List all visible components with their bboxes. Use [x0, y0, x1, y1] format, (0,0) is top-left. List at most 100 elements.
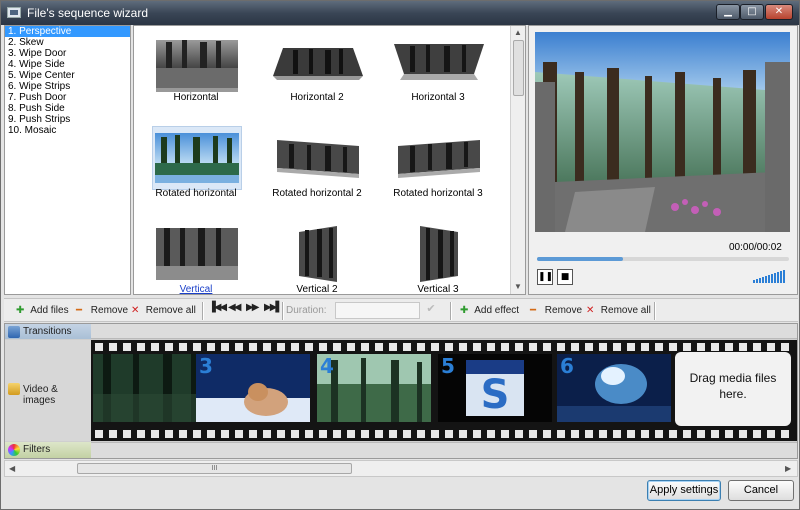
- thumb-rotated-horizontal-2[interactable]: Rotated horizontal 2: [259, 122, 375, 212]
- skip-back-icon[interactable]: ▐◀◀: [208, 302, 227, 313]
- film-perforation: [655, 430, 663, 438]
- add-effect-button[interactable]: ✚ Add effect: [460, 303, 519, 319]
- scroll-left-icon[interactable]: ◀: [9, 464, 15, 473]
- effect-item-push-door[interactable]: 7. Push Door: [5, 92, 130, 103]
- minus-icon: ━: [76, 305, 83, 316]
- film-perforation: [431, 343, 439, 351]
- thumb-label: Vertical: [179, 284, 213, 295]
- remove-button[interactable]: ━ Remove: [76, 303, 128, 319]
- toolbar-separator: [202, 302, 204, 320]
- film-perforation: [389, 343, 397, 351]
- thumb-vertical-3[interactable]: Vertical 3: [380, 218, 496, 294]
- film-perforation: [305, 343, 313, 351]
- clip-3[interactable]: 4: [317, 354, 431, 422]
- effect-item-skew[interactable]: 2. Skew: [5, 37, 130, 48]
- cancel-button[interactable]: Cancel: [728, 480, 794, 501]
- film-perforation: [207, 430, 215, 438]
- scroll-down-icon[interactable]: ▼: [514, 282, 522, 291]
- thumb-label: Horizontal 2: [290, 92, 344, 103]
- clip-5[interactable]: 6: [557, 354, 671, 422]
- thumb-rotated-horizontal-3[interactable]: Rotated horizontal 3: [380, 122, 496, 212]
- filmstrip[interactable]: 3 4 S 5 6 Drag media files here.: [91, 340, 797, 441]
- film-perforation: [109, 343, 117, 351]
- film-perforation: [501, 430, 509, 438]
- film-perforation: [655, 343, 663, 351]
- scroll-thumb[interactable]: [513, 40, 524, 96]
- effect-item-wipe-strips[interactable]: 6. Wipe Strips: [5, 81, 130, 92]
- stop-button[interactable]: ■: [557, 269, 573, 285]
- maximize-button[interactable]: □: [740, 4, 764, 20]
- duration-input[interactable]: [335, 302, 420, 319]
- scroll-right-icon[interactable]: ▶: [785, 464, 791, 473]
- add-files-label: Add files: [30, 305, 69, 316]
- image-icon: [8, 383, 20, 395]
- remove-effect-button[interactable]: ━ Remove: [530, 303, 582, 319]
- effect-item-perspective[interactable]: 1. Perspective: [5, 26, 130, 37]
- clip-number: 3: [199, 354, 213, 378]
- film-perforation: [683, 430, 691, 438]
- thumb-vertical-2[interactable]: Vertical 2: [259, 218, 375, 294]
- effect-item-wipe-side[interactable]: 4. Wipe Side: [5, 59, 130, 70]
- film-perforation: [137, 430, 145, 438]
- film-perforation: [697, 430, 705, 438]
- effect-item-wipe-center[interactable]: 5. Wipe Center: [5, 70, 130, 81]
- add-files-button[interactable]: ✚ Add files: [16, 303, 69, 319]
- remove-all-button[interactable]: ✕ Remove all: [131, 303, 196, 319]
- close-button[interactable]: ✕: [765, 4, 793, 20]
- thumb-horizontal[interactable]: Horizontal: [138, 26, 254, 116]
- film-perforation: [473, 343, 481, 351]
- plus-icon: ✚: [460, 305, 469, 316]
- thumb-label: Horizontal 3: [411, 92, 465, 103]
- clip-4[interactable]: S 5: [438, 354, 552, 422]
- thumb-vertical[interactable]: Vertical: [138, 218, 254, 295]
- effect-item-wipe-door[interactable]: 3. Wipe Door: [5, 48, 130, 59]
- playback-progress[interactable]: [537, 257, 789, 261]
- effect-item-push-strips[interactable]: 9. Push Strips: [5, 114, 130, 125]
- app-icon: [7, 7, 21, 18]
- film-perforation: [599, 430, 607, 438]
- x-icon: ✕: [131, 305, 140, 316]
- film-perforation: [585, 430, 593, 438]
- film-perforation: [165, 430, 173, 438]
- scroll-up-icon[interactable]: ▲: [514, 28, 522, 37]
- remove-all-effects-button[interactable]: ✕ Remove all: [586, 303, 651, 319]
- film-perforation: [361, 343, 369, 351]
- remove-all-label: Remove all: [145, 305, 196, 316]
- effect-item-push-side[interactable]: 8. Push Side: [5, 103, 130, 114]
- grid-scrollbar[interactable]: ▲ ▼: [510, 26, 525, 294]
- minimize-button[interactable]: ▁: [716, 4, 740, 20]
- film-perforation: [641, 430, 649, 438]
- thumb-horizontal-3[interactable]: Horizontal 3: [380, 26, 496, 116]
- forward-icon[interactable]: ▶▶: [246, 302, 259, 313]
- skip-forward-icon[interactable]: ▶▶▌: [264, 302, 283, 313]
- film-perforation: [781, 343, 789, 351]
- title-bar: File's sequence wizard ▁ □ ✕: [1, 1, 799, 25]
- preview-panel: 00:00/00:02 ❚❚ ■: [528, 25, 798, 295]
- scroll-thumb[interactable]: III: [77, 463, 352, 474]
- timeline-scrollbar[interactable]: ◀ III ▶: [4, 460, 798, 477]
- thumb-image: [394, 222, 484, 286]
- volume-control[interactable]: [752, 269, 786, 283]
- drop-zone[interactable]: Drag media files here.: [675, 352, 791, 426]
- film-perforation: [767, 430, 775, 438]
- clip-number: 5: [441, 354, 455, 378]
- clip-1[interactable]: [93, 354, 207, 422]
- filters-track[interactable]: [91, 442, 797, 458]
- thumb-label: Horizontal: [173, 92, 219, 103]
- apply-settings-button[interactable]: Apply settings: [647, 480, 721, 501]
- add-effect-label: Add effect: [474, 305, 520, 316]
- transitions-track[interactable]: [91, 324, 797, 339]
- film-perforation: [403, 430, 411, 438]
- thumb-rotated-horizontal[interactable]: Rotated horizontal: [138, 122, 254, 212]
- effect-preview-grid: Horizontal Horizontal 2 Horizontal 3 Rot…: [133, 25, 526, 295]
- film-perforation: [725, 430, 733, 438]
- effect-item-mosaic[interactable]: 10. Mosaic: [5, 125, 130, 136]
- film-perforation: [613, 343, 621, 351]
- film-perforation: [543, 430, 551, 438]
- pause-button[interactable]: ❚❚: [537, 269, 553, 285]
- time-readout: 00:00/00:02: [729, 242, 782, 253]
- clip-2[interactable]: 3: [196, 354, 310, 422]
- check-icon[interactable]: ✔: [423, 302, 439, 319]
- rewind-icon[interactable]: ◀◀: [228, 302, 241, 313]
- thumb-horizontal-2[interactable]: Horizontal 2: [259, 26, 375, 116]
